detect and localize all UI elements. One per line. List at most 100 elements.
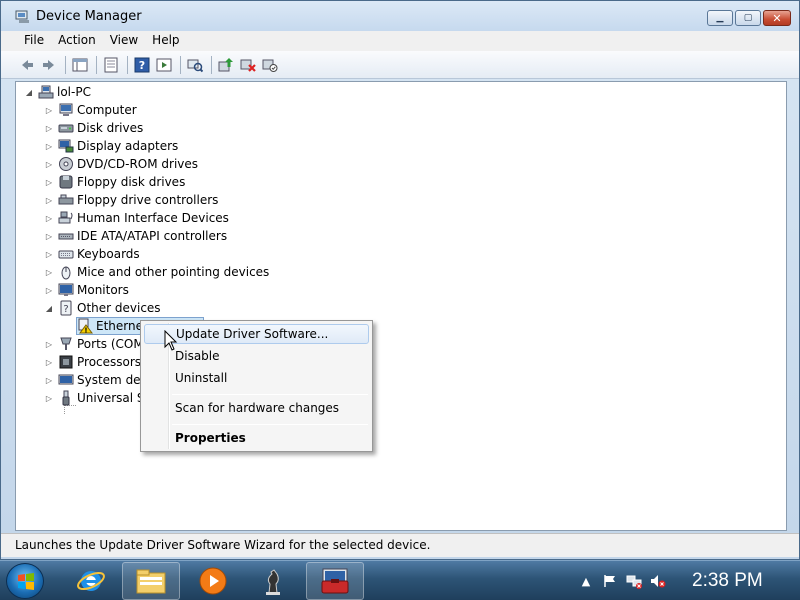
update-driver-icon[interactable] [216,55,236,75]
expand-arrow-icon[interactable]: ▷ [44,268,54,277]
usb-icon [62,390,70,406]
expand-arrow-icon[interactable]: ▷ [44,286,54,295]
expand-arrow-icon[interactable]: ▷ [44,376,54,385]
display-icon [58,139,74,153]
clock[interactable]: 2:38 PM [692,570,763,592]
status-text: Launches the Update Driver Software Wiza… [15,538,431,552]
dvd-icon [59,157,73,171]
tree-item-keyboards[interactable]: ▷ Keyboards [44,245,140,263]
collapse-arrow-icon[interactable]: ◢ [24,88,34,97]
action-center-flag-icon[interactable] [602,573,618,589]
hid-icon [58,211,73,224]
toolbar: ? [1,51,799,79]
action-pane-icon[interactable] [154,55,174,75]
tree-item-ports[interactable]: ▷ Ports (COM [44,335,144,353]
menu-file[interactable]: File [17,31,51,51]
tree-item-label: Processors [77,355,142,369]
other-devices-icon: ? [60,300,72,316]
expand-arrow-icon[interactable]: ▷ [44,250,54,259]
device-tree[interactable]: ◢ lol-PC ▷ Computer ▷ Disk drives ▷ Disp… [15,81,787,531]
expand-arrow-icon[interactable]: ▷ [44,124,54,133]
minimize-button[interactable]: ▁ [707,10,733,26]
expand-arrow-icon[interactable]: ▷ [44,160,54,169]
tree-item-system-devices[interactable]: ▷ System devi [44,371,151,389]
tree-item-label: Display adapters [77,139,179,153]
tree-item-label: Ports (COM [77,337,144,351]
expand-arrow-icon[interactable]: ▷ [44,232,54,241]
chess-icon[interactable] [244,562,302,600]
svg-text:!: ! [84,327,87,335]
menu-separator [172,424,368,425]
media-player-icon[interactable] [184,562,242,600]
tree-item-ide-controllers[interactable]: ▷ IDE ATA/ATAPI controllers [44,227,227,245]
ports-icon [60,337,72,350]
tree-item-label: Other devices [77,301,161,315]
device-manager-taskbar-icon[interactable] [306,562,364,600]
properties-icon[interactable] [101,55,121,75]
disk-icon [58,124,74,133]
expand-arrow-icon[interactable]: ▷ [44,196,54,205]
maximize-button[interactable]: ▢ [735,10,761,26]
menu-properties[interactable]: Properties [144,428,369,448]
tree-item-label: Keyboards [77,247,140,261]
explorer-icon[interactable] [122,562,180,600]
menu-help[interactable]: Help [145,31,186,51]
back-icon[interactable] [17,55,37,75]
menu-view[interactable]: View [103,31,145,51]
volume-muted-icon[interactable] [650,573,666,589]
device-manager-window: Device Manager ▁ ▢ ✕ File Action View He… [0,0,800,560]
tree-root[interactable]: ◢ lol-PC [24,83,91,101]
menu-bar: File Action View Help [1,31,799,51]
tree-item-dvd-drives[interactable]: ▷ DVD/CD-ROM drives [44,155,198,173]
scan-hardware-icon[interactable] [185,55,205,75]
tree-item-computer[interactable]: ▷ Computer [44,101,137,119]
help-icon[interactable]: ? [132,55,152,75]
taskbar: ▲ 2:38 PM [0,560,800,600]
windows-logo-icon [18,573,34,590]
expand-arrow-icon[interactable]: ▷ [44,142,54,151]
tree-item-floppy-drive-controllers[interactable]: ▷ Floppy drive controllers [44,191,219,209]
expand-arrow-icon[interactable]: ▷ [44,394,54,403]
tree-item-label: DVD/CD-ROM drives [77,157,199,171]
expand-arrow-icon[interactable]: ▷ [44,178,54,187]
console-tree-icon[interactable] [70,55,90,75]
menu-action[interactable]: Action [51,31,103,51]
show-hidden-icon[interactable]: ▲ [578,573,594,589]
tree-item-human-interface-devices[interactable]: ▷ Human Interface Devices [44,209,229,227]
menu-scan-hardware[interactable]: Scan for hardware changes [144,398,369,418]
tree-item-disk-drives[interactable]: ▷ Disk drives [44,119,143,137]
keyboard-icon [58,250,74,259]
forward-icon[interactable] [39,55,59,75]
monitor-icon [58,283,74,296]
expand-arrow-icon[interactable]: ▷ [44,358,54,367]
network-icon[interactable] [626,573,642,589]
floppy-icon [59,175,73,189]
tree-item-display-adapters[interactable]: ▷ Display adapters [44,137,178,155]
tree-item-label: Computer [77,103,137,117]
tree-item-floppy-disk-drives[interactable]: ▷ Floppy disk drives [44,173,185,191]
tree-item-label: Floppy drive controllers [77,193,219,207]
close-button[interactable]: ✕ [763,10,791,26]
tree-item-processors[interactable]: ▷ Processors [44,353,141,371]
tree-item-usb[interactable]: ▷ Universal Se [44,389,152,407]
tree-item-other-devices[interactable]: ◢ ? Other devices [44,299,161,317]
collapse-arrow-icon[interactable]: ◢ [44,304,54,313]
tree-item-label: Monitors [77,283,129,297]
tree-item-monitors[interactable]: ▷ Monitors [44,281,129,299]
internet-explorer-icon[interactable] [62,562,120,600]
svg-text:?: ? [63,304,68,315]
expand-arrow-icon[interactable]: ▷ [44,106,54,115]
start-button[interactable] [6,563,44,599]
menu-uninstall[interactable]: Uninstall [144,368,369,388]
tree-item-mice[interactable]: ▷ Mice and other pointing devices [44,263,269,281]
tree-item-label: IDE ATA/ATAPI controllers [77,229,228,243]
disable-icon[interactable] [260,55,280,75]
window-title: Device Manager [36,9,142,24]
expand-arrow-icon[interactable]: ▷ [44,214,54,223]
expand-arrow-icon[interactable]: ▷ [44,340,54,349]
tree-item-label: Human Interface Devices [77,211,229,225]
toolbar-separator [65,55,66,74]
title-bar[interactable]: Device Manager ▁ ▢ ✕ [1,1,799,31]
uninstall-icon[interactable] [238,55,258,75]
computer-icon [59,103,73,116]
